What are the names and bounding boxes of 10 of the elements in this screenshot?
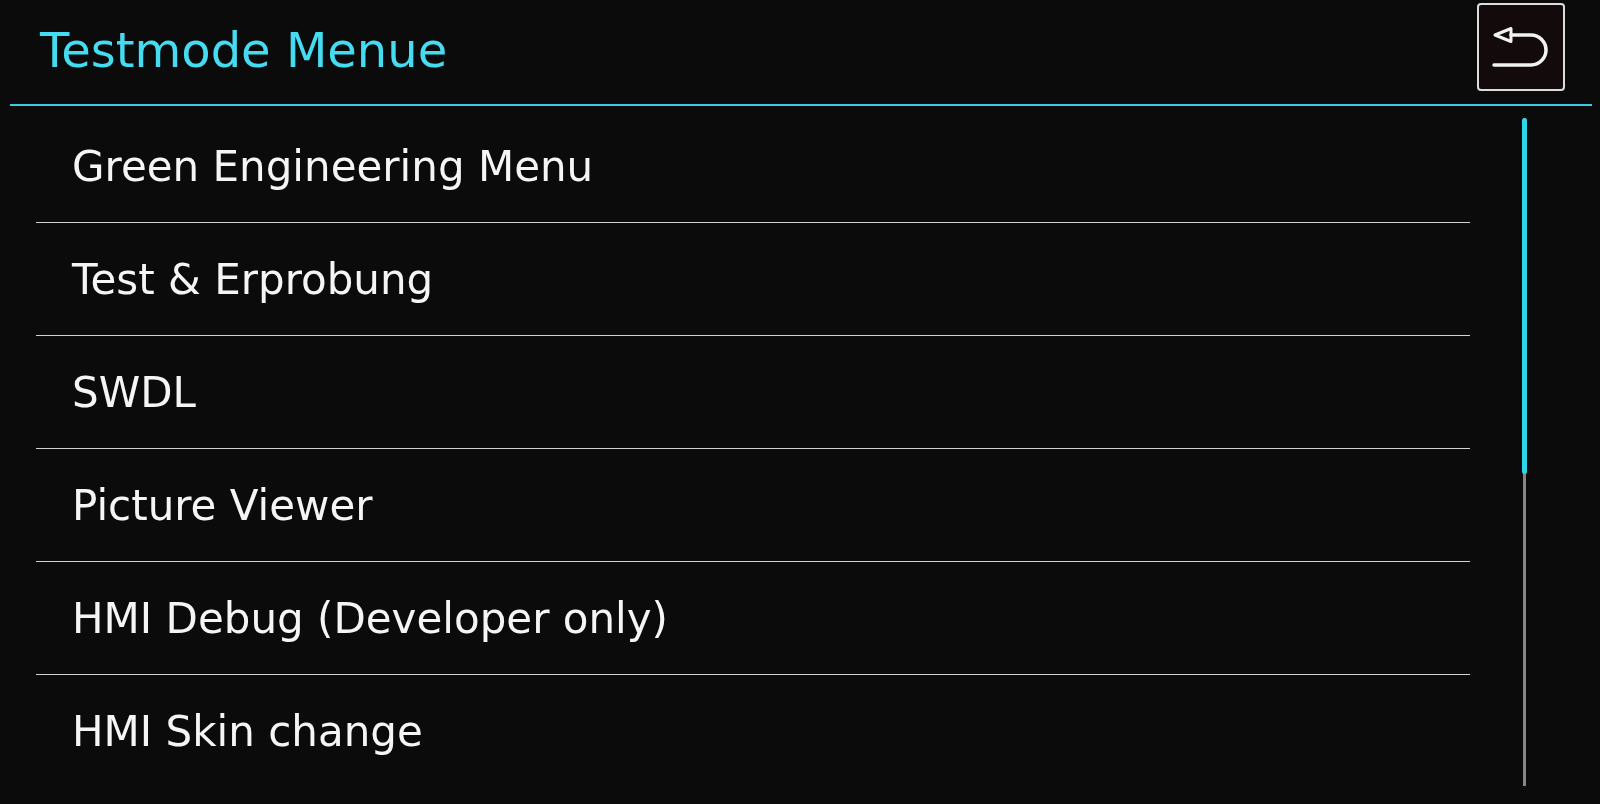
menu-item[interactable]: HMI Skin change (36, 675, 1470, 788)
back-button[interactable] (1477, 3, 1565, 91)
menu-item[interactable]: Test & Erprobung (36, 223, 1470, 336)
scrollbar-thumb[interactable] (1522, 118, 1527, 474)
screen-title: Testmode Menue (40, 23, 448, 77)
back-icon (1491, 26, 1551, 68)
menu-item[interactable]: Green Engineering Menu (36, 110, 1470, 223)
menu-item[interactable]: Picture Viewer (36, 449, 1470, 562)
menu-item[interactable]: HMI Debug (Developer only) (36, 562, 1470, 675)
menu-item[interactable]: SWDL (36, 336, 1470, 449)
